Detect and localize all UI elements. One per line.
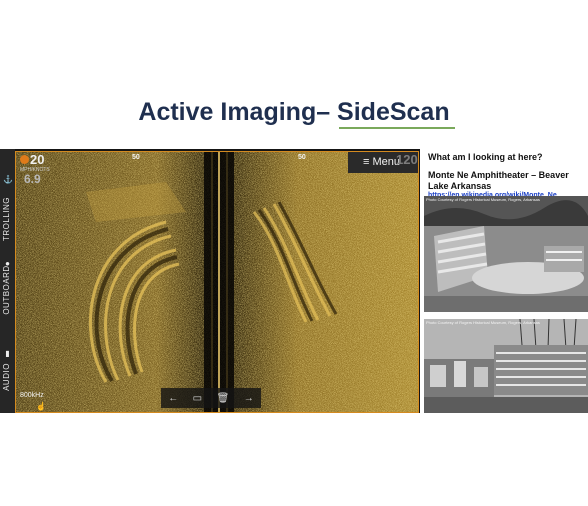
zoom-readout: 120 — [396, 152, 418, 167]
fishfinder-screen: ⚓ TROLLING ● OUTBOARD ▮ AUDIO 20 MPH/KNO… — [0, 149, 420, 413]
place-name: Monte Ne Amphitheater – Beaver Lake Arka… — [428, 170, 569, 191]
photo-credit: Photo Courtesy of Rogers Historical Muse… — [426, 197, 540, 202]
speed-readout: 6.9 — [24, 172, 41, 186]
arrow-right-icon[interactable]: → — [244, 393, 254, 404]
photo-credit: Photo Courtesy of Rogers Historical Muse… — [426, 320, 540, 325]
hamburger-icon: ≡ — [363, 156, 370, 168]
playback-controls: ← ▭ 🗑 → — [161, 388, 261, 408]
range-right-label: 50 — [298, 154, 306, 161]
spellcheck-underline — [339, 127, 455, 129]
arrow-left-icon[interactable]: ← — [168, 393, 178, 404]
trolling-motor-icon[interactable]: ⚓ — [3, 175, 13, 184]
rail-item-outboard[interactable]: OUTBOARD — [2, 260, 14, 320]
trash-icon[interactable]: 🗑 — [217, 393, 230, 404]
mode-rail: ⚓ TROLLING ● OUTBOARD ▮ AUDIO — [0, 149, 15, 413]
sidescan-image[interactable]: 20 MPH/KNOTS 6.9 50 50 ≡ Menu 120 800kHz… — [15, 151, 419, 413]
hand-cursor-icon: ☝ — [36, 402, 46, 411]
depth-readout: 20 — [30, 152, 45, 167]
question-text: What am I looking at here? — [428, 152, 543, 162]
sidescan-render — [16, 152, 418, 412]
historical-photo-top: Photo Courtesy of Rogers Historical Muse… — [424, 196, 588, 312]
rail-item-audio[interactable]: AUDIO — [2, 347, 14, 407]
amphitheater-photo-render — [424, 196, 588, 312]
frequency-label: 800kHz — [20, 392, 44, 399]
rail-item-trolling[interactable]: TROLLING — [2, 189, 14, 249]
historical-photo-bottom: Photo Courtesy of Rogers Historical Muse… — [424, 319, 588, 413]
range-left-label: 50 — [132, 154, 140, 161]
slide-title: Active Imaging– SideScan — [138, 98, 450, 126]
depth-alert-dot — [20, 155, 29, 164]
ruins-photo-render — [424, 319, 588, 413]
screenshot-icon[interactable]: ▭ — [193, 393, 202, 404]
